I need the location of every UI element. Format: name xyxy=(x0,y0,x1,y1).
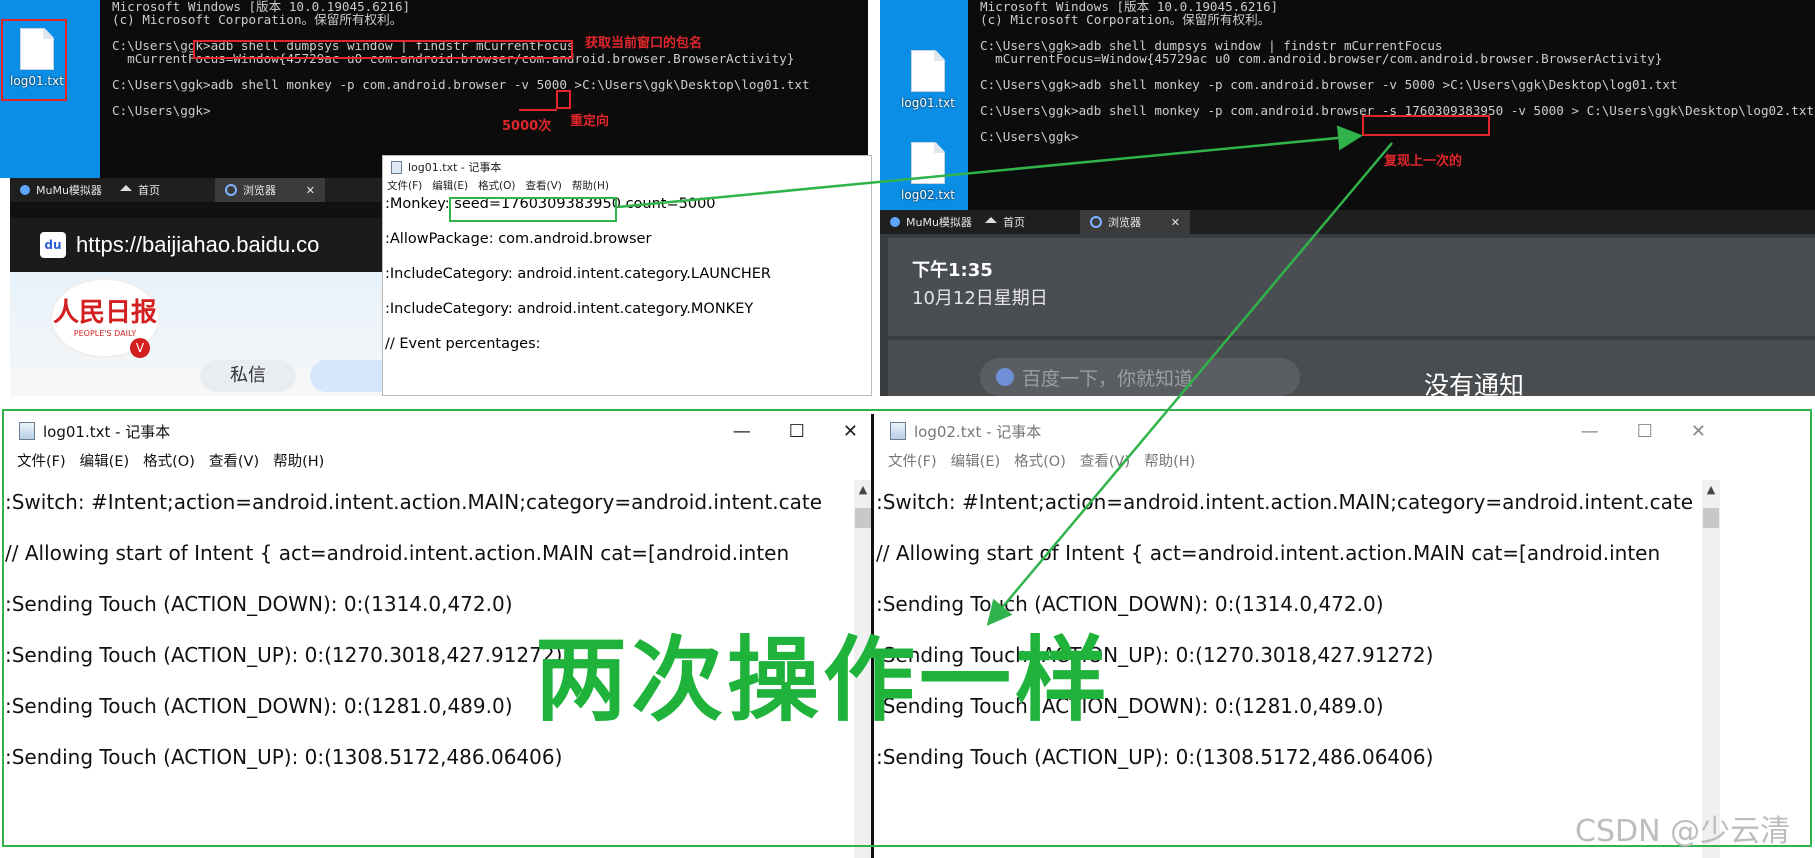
seed-param-highlight xyxy=(1362,115,1490,136)
message-button[interactable]: 私信 xyxy=(200,360,296,392)
console-line: C:\Users\ggk>adb shell monkey -p com.and… xyxy=(980,77,1678,92)
small-notepad-log01: log01.txt - 记事本 文件(F) 编辑(E) 格式(O) 查看(V) 帮助(H… xyxy=(382,155,872,396)
count-underline xyxy=(519,109,557,111)
url-bar[interactable]: du https://baijiahao.baidu.co xyxy=(10,218,383,272)
search-hint: 百度一下，你就知道 xyxy=(1022,367,1194,390)
mumu-browser-tab[interactable]: 浏览器 ✕ xyxy=(1080,210,1190,234)
close-icon[interactable]: ✕ xyxy=(1171,216,1180,229)
home-tab-label: 首页 xyxy=(1003,216,1025,229)
log-line: :AllowPackage: com.android.browser xyxy=(385,231,652,247)
console-line: (c) Microsoft Corporation。保留所有权利。 xyxy=(980,12,1271,27)
menu-item[interactable]: 编辑(E) xyxy=(432,178,468,194)
redirect-highlight xyxy=(556,90,571,109)
small-notepad-titlebar: log01.txt - 记事本 xyxy=(383,156,871,178)
left-mumu-window: MuMu模拟器 首页 浏览器 ✕ du https://baijiahao.ba… xyxy=(10,178,383,396)
desktop-file-label: log02.txt xyxy=(901,188,955,202)
console-line: mCurrentFocus=Window{45729ac u0 com.andr… xyxy=(980,51,1663,66)
desktop-file-log01-right[interactable]: log01.txt xyxy=(893,50,963,110)
logo-text: 人民日报 xyxy=(52,298,157,328)
mumu-app-name: MuMu模拟器 xyxy=(36,184,102,197)
mumu-browser-tab[interactable]: 浏览器 ✕ xyxy=(215,178,325,202)
console-line: (c) Microsoft Corporation。保留所有权利。 xyxy=(112,12,403,27)
annotation-get-package: 获取当前窗口的包名 xyxy=(585,36,703,51)
url-text: https://baijiahao.baidu.co xyxy=(76,232,320,257)
mumu-home-tab[interactable]: 首页 xyxy=(975,210,1035,234)
desktop-file-log02-right[interactable]: log02.txt xyxy=(893,142,963,202)
mumu-logo-icon xyxy=(20,185,30,195)
home-tab-label: 首页 xyxy=(138,184,160,197)
browser-tab-label: 浏览器 xyxy=(243,184,276,197)
small-notepad-menubar: 文件(F) 编辑(E) 格式(O) 查看(V) 帮助(H) xyxy=(383,178,871,194)
annotation-5000: 5000次 xyxy=(502,119,552,134)
mumu-tabbar: MuMu模拟器 首页 浏览器 ✕ xyxy=(10,178,383,202)
mumu-logo-icon xyxy=(890,217,900,227)
log-line: // Event percentages: xyxy=(385,336,541,352)
no-notification-text: 没有通知 xyxy=(1424,371,1525,396)
right-cmd-console[interactable]: Microsoft Windows [版本 10.0.19045.6216] (c… xyxy=(968,0,1815,210)
menu-item[interactable]: 帮助(H) xyxy=(572,178,609,194)
text-file-icon xyxy=(911,50,945,92)
browser-icon xyxy=(1090,216,1102,228)
menu-item[interactable]: 格式(O) xyxy=(478,178,515,194)
count-value: count=5000 xyxy=(620,196,716,212)
mumu-app-name: MuMu模拟器 xyxy=(906,216,972,229)
menu-item[interactable]: 文件(F) xyxy=(387,178,422,194)
home-icon xyxy=(985,217,997,223)
shade-time: 下午1:35 xyxy=(912,260,993,281)
baidu-search-bar[interactable]: 百度一下，你就知道 xyxy=(980,358,1300,396)
mumu-app-tab[interactable]: MuMu模拟器 xyxy=(10,178,112,202)
home-icon xyxy=(120,185,132,191)
mumu-home-tab[interactable]: 首页 xyxy=(110,178,170,202)
seed-highlight xyxy=(449,197,617,222)
console-line: C:\Users\ggk> xyxy=(112,103,211,118)
left-cmd-console[interactable]: Microsoft Windows [版本 10.0.19045.6216] (c… xyxy=(100,0,868,178)
verified-badge: V xyxy=(130,338,150,358)
close-icon[interactable]: ✕ xyxy=(306,184,315,197)
cmd-dumpsys-highlight xyxy=(193,40,573,59)
browser-tab-label: 浏览器 xyxy=(1108,216,1141,229)
mumu-app-tab[interactable]: MuMu模拟器 xyxy=(880,210,982,234)
console-line: C:\Users\ggk>adb shell monkey -p com.and… xyxy=(112,77,810,92)
annotation-redirect: 重定向 xyxy=(570,114,610,129)
shade-date: 10月12日星期日 xyxy=(912,288,1048,309)
mumu-tabbar: MuMu模拟器 首页 浏览器 ✕ xyxy=(880,210,1815,234)
menu-item[interactable]: 查看(V) xyxy=(526,178,562,194)
csdn-watermark: CSDN @少云清 xyxy=(1575,814,1791,849)
baidu-paw-icon xyxy=(996,368,1014,386)
small-notepad-title: log01.txt - 记事本 xyxy=(408,161,502,174)
right-mumu-window: MuMu模拟器 首页 浏览器 ✕ 下午1:35 10月12日星期日 百度一下，你… xyxy=(880,210,1815,396)
follow-button[interactable] xyxy=(310,360,383,392)
same-operation-caption: 两次操作一样 xyxy=(535,627,1112,734)
desktop-file-label: log01.txt xyxy=(901,96,955,110)
log-line: :IncludeCategory: android.intent.categor… xyxy=(385,266,771,282)
browser-icon xyxy=(225,184,237,196)
annotation-replay: 复现上一次的 xyxy=(1384,154,1463,169)
text-file-icon xyxy=(911,142,945,184)
notepad-icon xyxy=(391,160,402,174)
log-line: :IncludeCategory: android.intent.categor… xyxy=(385,301,754,317)
baidu-du-icon: du xyxy=(40,232,66,258)
browser-dark-bar xyxy=(10,202,383,218)
logo-subtext: PEOPLE'S DAILY xyxy=(73,329,137,338)
desktop-file-highlight xyxy=(1,19,67,101)
monkey-prefix: :Monkey: xyxy=(385,196,455,212)
